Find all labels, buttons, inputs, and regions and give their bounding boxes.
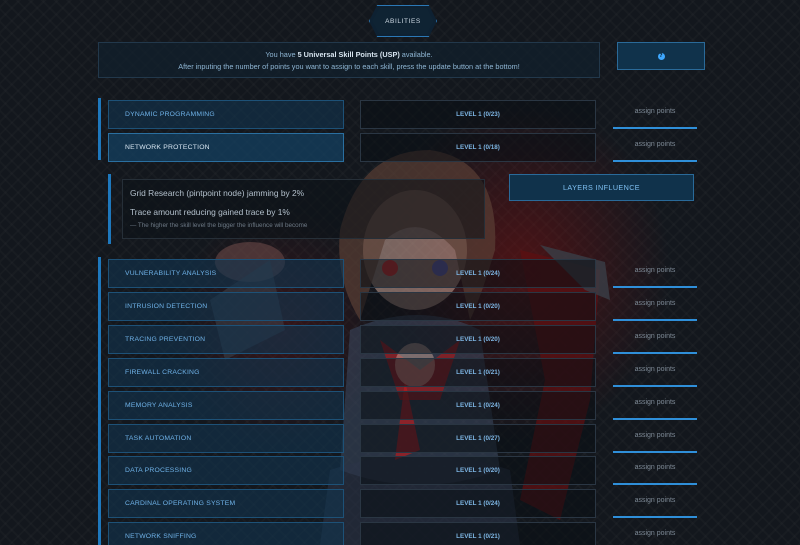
usp-info-line2: After inputing the number of points you …: [178, 62, 520, 71]
influence-note: — The higher the skill level the bigger …: [130, 222, 308, 229]
skill-name-button[interactable]: INTRUSION DETECTION: [108, 291, 344, 321]
influence-line-1: Grid Research (pintpoint node) jamming b…: [130, 188, 305, 198]
skill-name-button[interactable]: FIREWALL CRACKING: [108, 357, 344, 387]
question-circle-icon: ?: [657, 52, 665, 60]
usp-suffix: available.: [401, 50, 433, 59]
skill-row: INTRUSION DETECTION LEVEL 1 (0/20) assign …: [108, 291, 697, 321]
skill-row: FIREWALL CRACKING LEVEL 1 (0/21) assign po…: [108, 357, 697, 387]
skill-name-button[interactable]: MEMORY ANALYSIS: [108, 390, 344, 420]
skill-level: LEVEL 1 (0/27): [360, 423, 596, 453]
influence-accent-bar: [108, 174, 111, 244]
skill-level: LEVEL 1 (0/21): [360, 357, 596, 387]
skill-row: DATA PROCESSING LEVEL 1 (0/20) assign poin…: [108, 456, 697, 486]
skill-row: NETWORK PROTECTION LEVEL 1 (0/18) assign p…: [108, 133, 697, 162]
skill-level: LEVEL 1 (0/24): [360, 489, 596, 519]
group2-accent-bar: [98, 257, 101, 545]
assign-points-input[interactable]: assign points: [613, 489, 697, 519]
assign-points-input[interactable]: assign points: [613, 325, 697, 354]
abilities-tab[interactable]: ABILITIES: [369, 5, 437, 37]
assign-points-input[interactable]: assign points: [613, 100, 697, 129]
skill-row: TASK AUTOMATION LEVEL 1 (0/27) assign poin…: [108, 423, 697, 453]
skill-row: CARDINAL OPERATING SYSTEM LEVEL 1 (0/24) a…: [108, 489, 697, 519]
assign-points-input[interactable]: assign points: [613, 391, 697, 420]
help-button[interactable]: ?: [617, 42, 705, 70]
skill-name-button[interactable]: DYNAMIC PROGRAMMING: [108, 100, 344, 129]
abilities-page: ABILITIES You have 5 Universal Skill Poi…: [0, 0, 800, 545]
assign-points-input[interactable]: assign points: [613, 424, 697, 453]
skill-level: LEVEL 1 (0/24): [360, 259, 596, 288]
skill-row: TRACING PREVENTION LEVEL 1 (0/20) assign p…: [108, 324, 697, 354]
usp-prefix: You have: [265, 50, 296, 59]
assign-points-input[interactable]: assign points: [613, 456, 697, 486]
skill-name-button[interactable]: DATA PROCESSING: [108, 456, 344, 486]
assign-points-input[interactable]: assign points: [613, 292, 697, 321]
usp-info-line1: You have 5 Universal Skill Points (USP) …: [99, 49, 599, 61]
skill-level: LEVEL 1 (0/20): [360, 324, 596, 354]
skill-row: MEMORY ANALYSIS LEVEL 1 (0/24) assign poin…: [108, 390, 697, 420]
skill-level: LEVEL 1 (0/20): [360, 456, 596, 486]
skill-row: DYNAMIC PROGRAMMING LEVEL 1 (0/23) assign …: [108, 100, 697, 129]
skill-level: LEVEL 1 (0/23): [360, 100, 596, 129]
group1-accent-bar: [98, 98, 101, 160]
skill-name-button[interactable]: CARDINAL OPERATING SYSTEM: [108, 489, 344, 519]
assign-points-input[interactable]: assign points: [613, 522, 697, 545]
skill-level: LEVEL 1 (0/24): [360, 390, 596, 420]
abilities-tab-label: ABILITIES: [385, 17, 421, 25]
usp-info-box: You have 5 Universal Skill Points (USP) …: [98, 42, 600, 78]
assign-points-input[interactable]: assign points: [613, 133, 697, 162]
assign-points-input[interactable]: assign points: [613, 358, 697, 387]
skill-name-button[interactable]: TRACING PREVENTION: [108, 324, 344, 354]
skill-level: LEVEL 1 (0/20): [360, 291, 596, 321]
skill-name-button[interactable]: NETWORK SNIFFING: [108, 522, 344, 545]
skill-row: VULNERABILITY ANALYSIS LEVEL 1 (0/24) assi…: [108, 259, 697, 288]
skill-level: LEVEL 1 (0/21): [360, 522, 596, 545]
assign-points-input[interactable]: assign points: [613, 259, 697, 288]
influence-line-2: Trace amount reducing gained trace by 1%: [130, 207, 290, 217]
layers-influence-button[interactable]: LAYERS INFLUENCE: [509, 174, 694, 201]
skill-name-button[interactable]: VULNERABILITY ANALYSIS: [108, 259, 344, 288]
skill-level: LEVEL 1 (0/18): [360, 133, 596, 162]
influence-panel: Grid Research (pintpoint node) jamming b…: [108, 174, 485, 244]
skill-name-button[interactable]: TASK AUTOMATION: [108, 423, 344, 453]
skill-name-button[interactable]: NETWORK PROTECTION: [108, 133, 344, 162]
usp-count: 5 Universal Skill Points (USP): [297, 50, 400, 59]
skill-row: NETWORK SNIFFING LEVEL 1 (0/21) assign poi…: [108, 522, 697, 545]
